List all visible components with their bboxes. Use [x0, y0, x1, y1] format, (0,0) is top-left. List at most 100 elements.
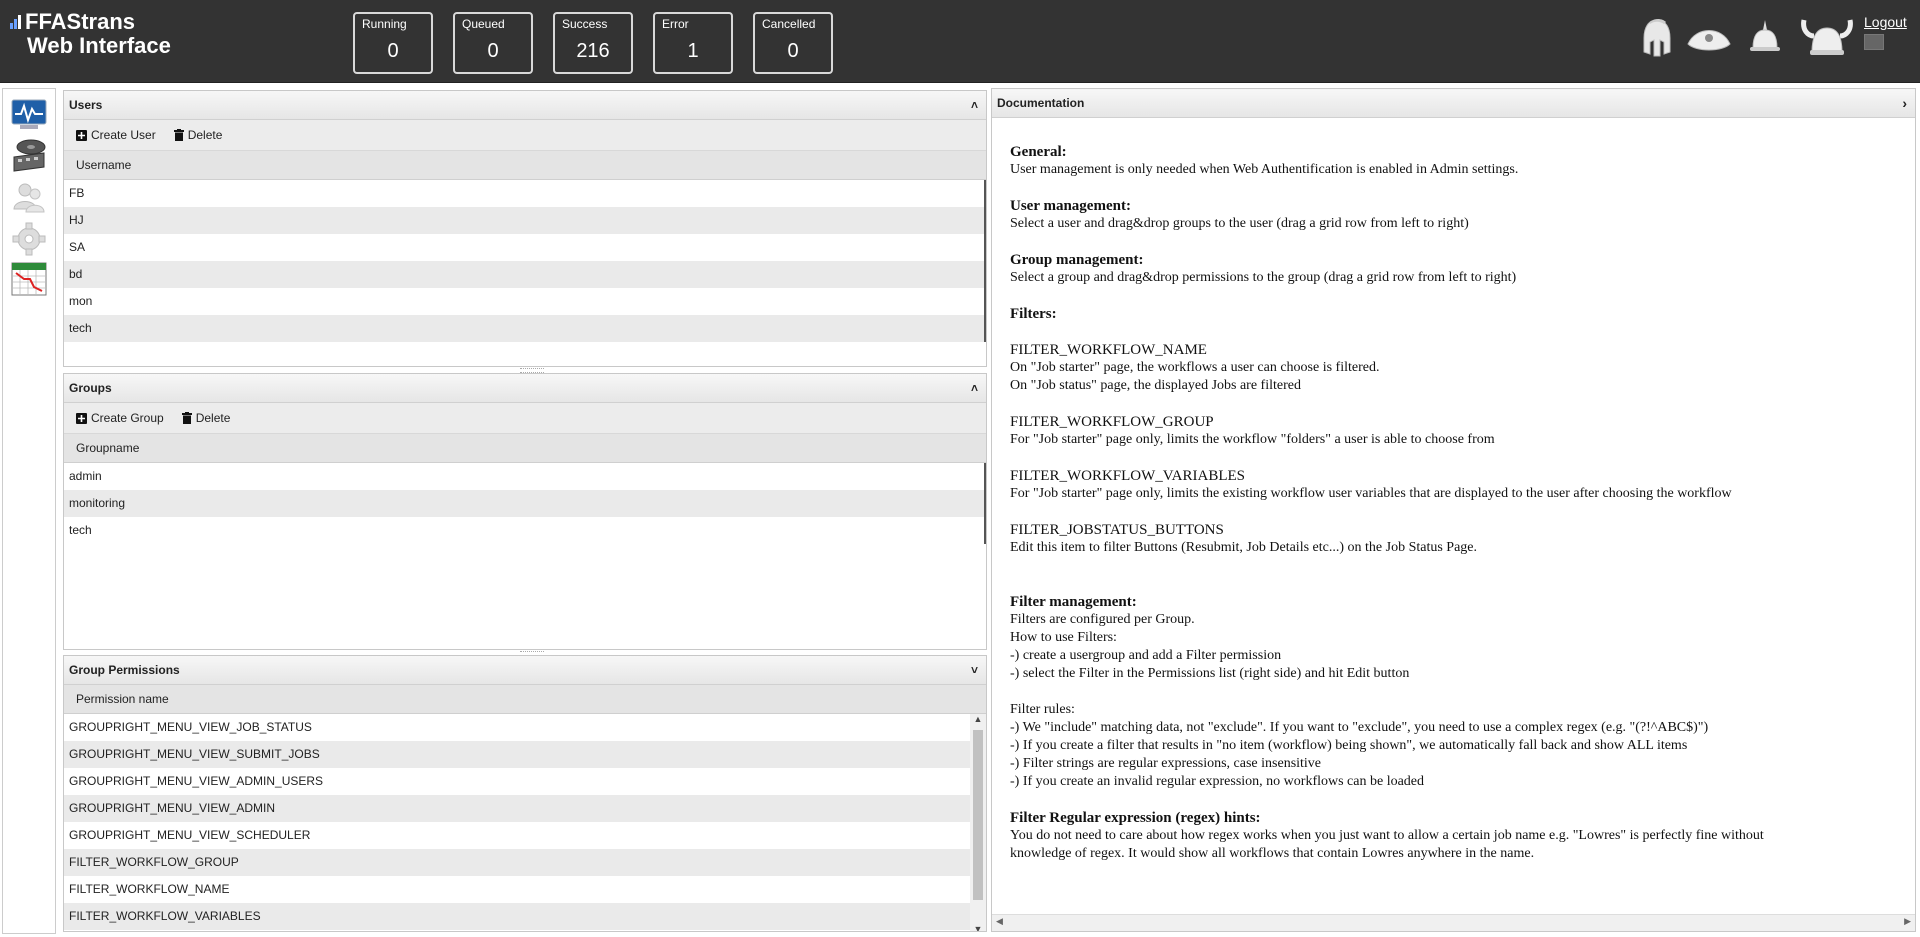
stat-value: 0 — [787, 40, 799, 62]
group-row[interactable]: admin — [64, 463, 986, 490]
delete-group-button[interactable]: Delete — [181, 411, 230, 425]
sidebar — [2, 88, 56, 934]
stat-label: Error — [662, 17, 689, 31]
stat-queued[interactable]: Queued 0 — [453, 12, 533, 74]
doc-heading: User management: — [1010, 198, 1131, 214]
doc-filter-name: FILTER_WORKFLOW_VARIABLES — [1010, 468, 1246, 484]
user-row[interactable]: bd — [64, 261, 986, 288]
calendar-icon[interactable] — [10, 261, 48, 297]
doc-filter-name: FILTER_WORKFLOW_GROUP — [1010, 414, 1214, 430]
documentation-content: General: User management is only needed … — [1010, 143, 1905, 863]
doc-text: Edit this item to filter Buttons (Resubm… — [1010, 540, 1478, 555]
groups-toolbar: Create Group Delete — [64, 403, 986, 434]
users-toolbar: Create User Delete — [64, 120, 986, 151]
username-column-header[interactable]: Username — [64, 151, 986, 180]
users-icon[interactable] — [10, 179, 48, 215]
scrollbar-thumb[interactable] — [973, 730, 983, 900]
trash-icon — [181, 412, 192, 424]
scroll-up-icon[interactable]: ▲ — [970, 714, 986, 724]
viking-helmet-icon[interactable] — [1800, 16, 1854, 58]
trash-icon — [173, 129, 184, 141]
stat-success[interactable]: Success 216 — [553, 12, 633, 74]
delete-user-button[interactable]: Delete — [173, 128, 223, 142]
stat-label: Running — [362, 17, 407, 31]
panel-title: Documentation — [997, 96, 1085, 110]
panel-title: Users — [69, 98, 103, 112]
app-header: FFAStrans Web Interface Running 0 Queued… — [0, 0, 1920, 83]
doc-text: How to use Filters: — [1010, 630, 1117, 645]
bicorne-hat-icon[interactable] — [1686, 22, 1732, 56]
permission-row[interactable]: GROUPRIGHT_MENU_VIEW_SCHEDULER — [64, 822, 970, 849]
stat-label: Cancelled — [762, 17, 816, 31]
stat-value: 1 — [687, 40, 699, 62]
user-row[interactable]: mon — [64, 288, 986, 315]
group-row[interactable]: tech — [64, 517, 986, 544]
user-row[interactable]: FB — [64, 180, 986, 207]
permissions-panel-header[interactable]: Group Permissions ˅ — [64, 656, 986, 685]
group-row[interactable]: monitoring — [64, 490, 986, 517]
expand-icon[interactable]: ˅ — [971, 656, 978, 684]
create-group-button[interactable]: Create Group — [76, 411, 164, 425]
stat-value: 216 — [576, 40, 610, 62]
groups-panel: Groups ˄ Create Group Delete Groupname a… — [63, 373, 987, 650]
scroll-right-icon[interactable]: ▶ — [1904, 916, 1911, 927]
doc-text: -) select the Filter in the Permissions … — [1010, 666, 1410, 681]
doc-heading: General: — [1010, 144, 1067, 160]
stat-cancelled[interactable]: Cancelled 0 — [753, 12, 833, 74]
permission-name-column-header[interactable]: Permission name — [64, 685, 986, 714]
permission-row[interactable]: GROUPRIGHT_MENU_VIEW_JOB_STATUS — [64, 714, 970, 741]
permission-row[interactable]: GROUPRIGHT_MENU_VIEW_ADMIN_USERS — [64, 768, 970, 795]
stat-label: Queued — [462, 17, 505, 31]
create-user-button[interactable]: Create User — [76, 128, 156, 142]
doc-text: You do not need to care about how regex … — [1010, 828, 1764, 843]
user-row[interactable]: SA — [64, 234, 986, 261]
horizontal-scrollbar[interactable]: ◀ ▶ — [992, 914, 1915, 931]
doc-text: Select a user and drag&drop groups to th… — [1010, 216, 1469, 231]
stat-value: 0 — [387, 40, 399, 62]
permission-row[interactable]: FILTER_WORKFLOW_GROUP — [64, 849, 970, 876]
logout-link[interactable]: Logout — [1864, 14, 1907, 30]
doc-text: User management is only needed when Web … — [1010, 162, 1519, 177]
documentation-panel-header[interactable]: Documentation › — [992, 89, 1915, 118]
permission-row[interactable]: FILTER_WORKFLOW_NAME — [64, 876, 970, 903]
doc-filter-name: FILTER_WORKFLOW_NAME — [1010, 342, 1207, 358]
doc-text: -) Filter strings are regular expression… — [1010, 756, 1322, 771]
user-avatar — [1864, 34, 1884, 50]
permission-row[interactable]: FILTER_WORKFLOW_VARIABLES — [64, 903, 970, 930]
gear-icon[interactable] — [10, 221, 48, 257]
collapse-icon[interactable]: ˄ — [971, 91, 978, 119]
stat-error[interactable]: Error 1 — [653, 12, 733, 74]
scroll-down-icon[interactable]: ▼ — [970, 924, 986, 931]
pickelhaube-icon[interactable] — [1748, 18, 1782, 58]
permission-row[interactable]: GROUPRIGHT_MENU_VIEW_SUBMIT_JOBS — [64, 741, 970, 768]
stat-running[interactable]: Running 0 — [353, 12, 433, 74]
logo-bars-icon — [10, 15, 22, 29]
groups-panel-header[interactable]: Groups ˄ — [64, 374, 986, 403]
monitor-icon[interactable] — [10, 97, 48, 133]
user-row[interactable]: HJ — [64, 207, 986, 234]
groupname-column-header[interactable]: Groupname — [64, 434, 986, 463]
doc-text: For "Job starter" page only, limits the … — [1010, 486, 1732, 501]
doc-filter-name: FILTER_JOBSTATUS_BUTTONS — [1010, 522, 1224, 538]
collapse-right-icon[interactable]: › — [1902, 89, 1907, 117]
doc-text: knowledge of regex. It would show all wo… — [1010, 846, 1535, 861]
collapse-icon[interactable]: ˄ — [971, 374, 978, 402]
doc-text: Filters are configured per Group. — [1010, 612, 1195, 627]
doc-heading: Filter Regular expression (regex) hints: — [1010, 810, 1261, 826]
doc-text: -) If you create an invalid regular expr… — [1010, 774, 1425, 789]
stat-label: Success — [562, 17, 608, 31]
doc-text: -) create a usergroup and add a Filter p… — [1010, 648, 1282, 663]
delete-label: Delete — [187, 128, 223, 142]
vertical-scrollbar[interactable]: ▲ ▼ — [970, 714, 986, 931]
documentation-panel: Documentation › General: User management… — [991, 88, 1916, 932]
permission-row[interactable]: GROUPRIGHT_MENU_VIEW_ADMIN — [64, 795, 970, 822]
doc-heading: Group management: — [1010, 252, 1144, 268]
user-row[interactable]: tech — [64, 315, 986, 342]
logo-subtitle: Web Interface — [27, 33, 171, 58]
film-reel-icon[interactable] — [10, 137, 48, 173]
doc-text: For "Job starter" page only, limits the … — [1010, 432, 1495, 447]
scroll-left-icon[interactable]: ◀ — [996, 916, 1003, 927]
spartan-helmet-icon[interactable] — [1640, 18, 1674, 58]
doc-text: On "Job status" page, the displayed Jobs… — [1010, 378, 1301, 393]
users-panel-header[interactable]: Users ˄ — [64, 91, 986, 120]
